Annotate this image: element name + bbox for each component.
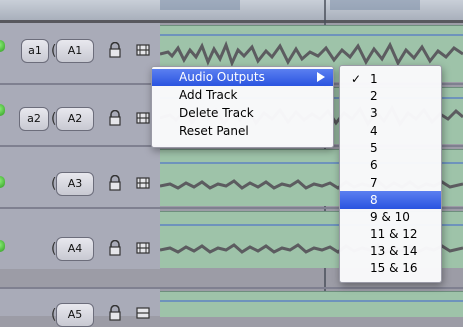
lock-icon[interactable] — [108, 175, 122, 191]
connector-icon: ( — [51, 307, 57, 323]
auto-select-icon[interactable] — [136, 43, 150, 57]
output-option-label: 15 & 16 — [370, 261, 418, 275]
output-option-label: 2 — [370, 89, 378, 103]
connector-icon: ( — [51, 111, 57, 127]
destination-control-a2[interactable]: ( A2 — [51, 107, 94, 131]
output-option-9-10[interactable]: 9 & 10 — [340, 208, 441, 226]
output-option-label: 8 — [370, 193, 378, 207]
output-option-label: 1 — [370, 72, 378, 86]
source-label: a1 — [28, 44, 42, 57]
output-option-7[interactable]: 7 — [340, 174, 441, 192]
ruler-region — [330, 0, 420, 10]
menu-item-label: Delete Track — [179, 106, 254, 120]
output-option-label: 4 — [370, 124, 378, 138]
output-option-label: 6 — [370, 158, 378, 172]
menu-item-reset-panel[interactable]: Reset Panel — [152, 123, 333, 140]
output-option-label: 7 — [370, 176, 378, 190]
output-option-4[interactable]: 4 — [340, 122, 441, 140]
destination-control-a4[interactable]: ( A4 — [51, 237, 94, 261]
output-option-label: 13 & 14 — [370, 244, 418, 258]
source-label: a2 — [27, 112, 41, 125]
lock-icon[interactable] — [108, 42, 122, 58]
menu-item-audio-outputs[interactable]: Audio Outputs — [152, 69, 333, 86]
track-row-a5: ( A5 — [0, 289, 463, 327]
connector-icon: ( — [51, 43, 57, 59]
output-option-6[interactable]: 6 — [340, 156, 441, 174]
output-option-5[interactable]: 5 — [340, 139, 441, 157]
output-option-label: 9 & 10 — [370, 210, 410, 224]
menu-item-delete-track[interactable]: Delete Track — [152, 105, 333, 122]
menu-item-label: Audio Outputs — [179, 70, 265, 84]
lock-icon[interactable] — [108, 305, 122, 321]
auto-select-icon[interactable] — [136, 111, 150, 125]
destination-label: A5 — [67, 308, 83, 321]
check-icon: ✓ — [351, 72, 362, 86]
destination-label: A1 — [67, 44, 83, 57]
source-control-a2[interactable]: a2 — [19, 107, 49, 131]
output-option-label: 11 & 12 — [370, 227, 418, 241]
output-option-13-14[interactable]: 13 & 14 — [340, 242, 441, 260]
source-control-a1[interactable]: a1 — [21, 39, 49, 63]
output-option-15-16[interactable]: 15 & 16 — [340, 259, 441, 277]
output-option-1[interactable]: ✓ 1 — [340, 70, 441, 88]
lock-icon[interactable] — [108, 240, 122, 256]
output-option-label: 3 — [370, 106, 378, 120]
menu-item-label: Reset Panel — [179, 124, 249, 138]
output-option-8[interactable]: 8 — [340, 191, 441, 209]
track-context-menu: Audio Outputs Add Track Delete Track Res… — [151, 66, 334, 148]
output-option-11-12[interactable]: 11 & 12 — [340, 225, 441, 243]
output-option-3[interactable]: 3 — [340, 104, 441, 122]
menu-item-label: Add Track — [179, 88, 238, 102]
auto-select-icon[interactable] — [136, 306, 150, 320]
destination-control-a1[interactable]: ( A1 — [51, 39, 94, 63]
lock-icon[interactable] — [108, 110, 122, 126]
destination-control-a3[interactable]: ( A3 — [51, 172, 94, 196]
output-option-label: 5 — [370, 141, 378, 155]
audio-outputs-submenu: ✓ 1 2 3 4 5 6 7 8 9 & 10 11 & 12 13 & 14… — [339, 65, 442, 283]
destination-label: A3 — [67, 177, 83, 190]
connector-icon: ( — [51, 241, 57, 257]
auto-select-icon[interactable] — [136, 176, 150, 190]
clip-level-line — [160, 300, 463, 302]
auto-select-icon[interactable] — [136, 241, 150, 255]
submenu-arrow-icon — [317, 72, 325, 82]
output-option-2[interactable]: 2 — [340, 87, 441, 105]
destination-label: A4 — [67, 242, 83, 255]
ruler-region — [160, 0, 240, 10]
menu-item-add-track[interactable]: Add Track — [152, 87, 333, 104]
destination-label: A2 — [67, 112, 83, 125]
connector-icon: ( — [51, 176, 57, 192]
destination-control-a5[interactable]: ( A5 — [51, 303, 94, 327]
audio-clip[interactable] — [160, 291, 463, 317]
timeline-ruler — [0, 0, 463, 23]
